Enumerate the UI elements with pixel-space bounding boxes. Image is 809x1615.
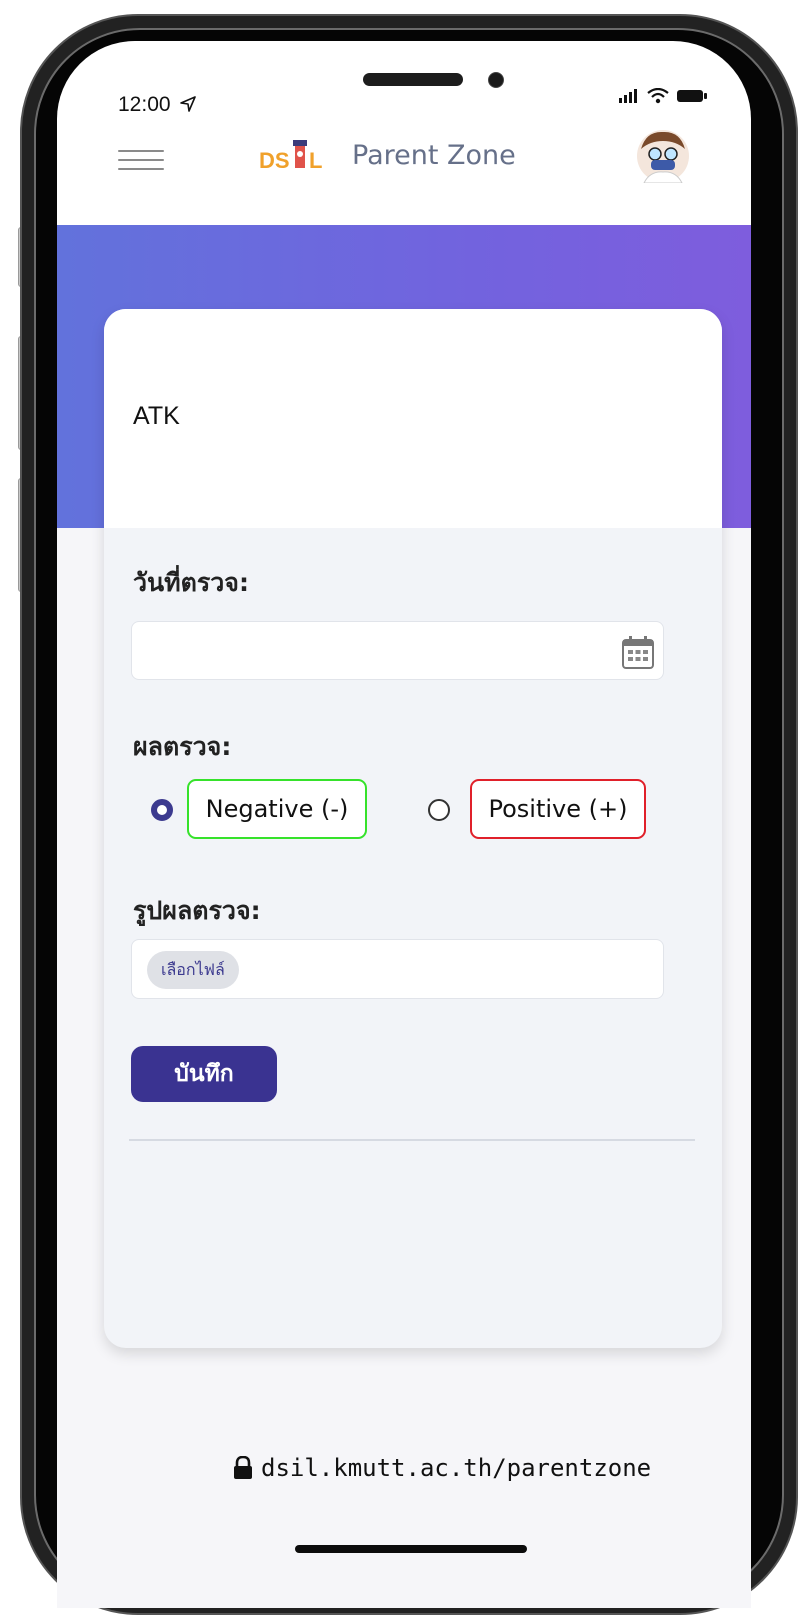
file-input[interactable]: เลือกไฟล์ (131, 939, 664, 999)
divider (129, 1139, 695, 1141)
signal-icon (619, 89, 637, 103)
menu-icon[interactable] (118, 143, 164, 179)
atk-form-card: ATK วันที่ตรวจ: ผลตรวจ: Negative (-) Pos… (104, 309, 722, 1348)
card-title: ATK (133, 402, 180, 430)
url-text: dsil.kmutt.ac.th/parentzone (261, 1454, 652, 1482)
speaker-grille (363, 73, 463, 86)
home-indicator[interactable] (295, 1545, 527, 1553)
card-header (104, 309, 722, 528)
avatar[interactable] (636, 129, 690, 183)
phone-screen: 12:00 DS L Parent Zone ATK วันที่ตรวจ: ผ… (57, 41, 751, 1608)
svg-text:L: L (309, 148, 322, 173)
result-label: ผลตรวจ: (133, 732, 232, 761)
status-icons (619, 88, 707, 104)
negative-option[interactable]: Negative (-) (187, 779, 367, 839)
positive-option[interactable]: Positive (+) (470, 779, 646, 839)
save-button[interactable]: บันทึก (131, 1046, 277, 1102)
battery-icon (677, 90, 707, 102)
location-arrow-icon (180, 96, 197, 112)
positive-option-label: Positive (+) (488, 795, 628, 823)
calendar-icon[interactable] (622, 635, 654, 669)
svg-text:DS: DS (259, 148, 290, 173)
front-camera (488, 72, 504, 88)
positive-radio[interactable] (428, 799, 450, 821)
status-time: 12:00 (118, 93, 197, 117)
negative-radio[interactable] (151, 799, 173, 821)
url-display[interactable]: dsil.kmutt.ac.th/parentzone (233, 1454, 651, 1482)
wifi-icon (647, 88, 669, 104)
choose-file-button[interactable]: เลือกไฟล์ (147, 951, 239, 989)
lock-icon (234, 1456, 252, 1479)
date-field[interactable] (131, 621, 664, 680)
dsil-logo: DS L (259, 140, 322, 173)
app-title: Parent Zone (352, 140, 516, 171)
image-label: รูปผลตรวจ: (133, 896, 261, 925)
negative-option-label: Negative (-) (205, 795, 349, 823)
date-label: วันที่ตรวจ: (133, 568, 249, 597)
